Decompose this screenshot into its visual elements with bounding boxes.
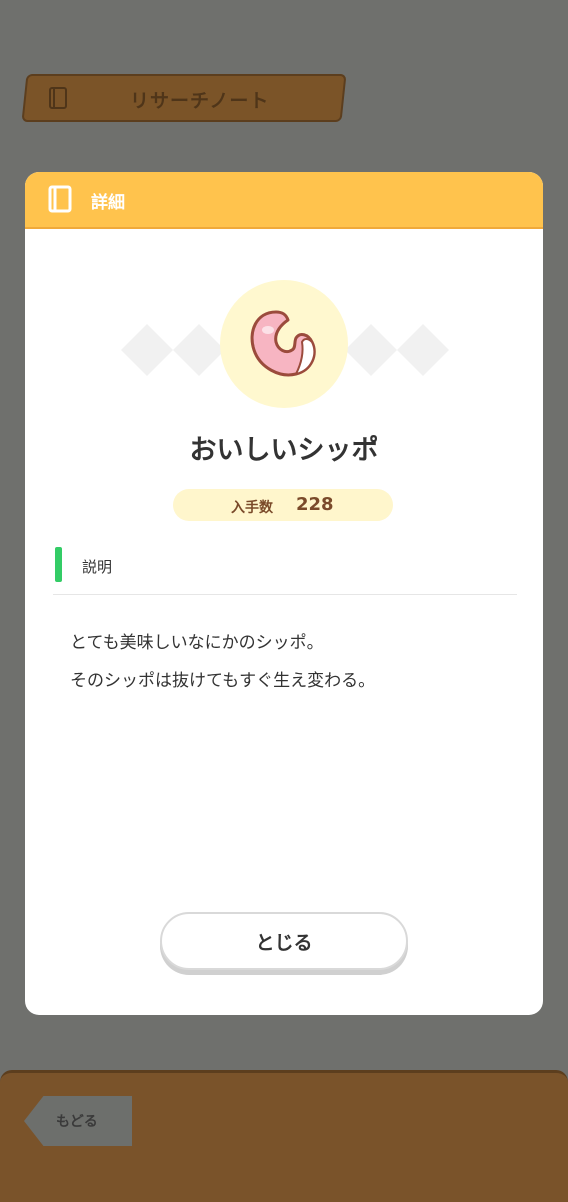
close-button[interactable]: とじる xyxy=(160,912,408,970)
back-button-label: もどる xyxy=(56,1114,98,1130)
dialog-title: 詳細 xyxy=(91,193,125,213)
section-title-description: 説明 xyxy=(82,558,113,576)
tail-icon xyxy=(250,310,316,377)
item-description: とても美味しいなにかのシッポ。 そのシッポは抜けてもすぐ生え変わる。 xyxy=(70,624,520,700)
description-line: そのシッポは抜けてもすぐ生え変わる。 xyxy=(70,671,376,691)
dialog-header: 詳細 xyxy=(25,172,543,229)
count-label: 入手数 xyxy=(231,500,273,516)
description-line: とても美味しいなにかのシッポ。 xyxy=(70,633,324,653)
banner-title: リサーチノート xyxy=(130,90,270,112)
section-accent-bar xyxy=(55,547,62,582)
acquired-count-badge: 入手数 228 xyxy=(173,489,393,521)
detail-dialog: 詳細 おいしいシッポ 入手数 228 説明 とても美味しいなにかのシッポ。 その… xyxy=(25,172,543,1015)
item-name: おいしいシッポ xyxy=(189,435,379,466)
count-value: 228 xyxy=(296,494,334,515)
divider xyxy=(53,594,517,595)
book-icon xyxy=(49,87,67,109)
book-icon xyxy=(48,185,72,213)
